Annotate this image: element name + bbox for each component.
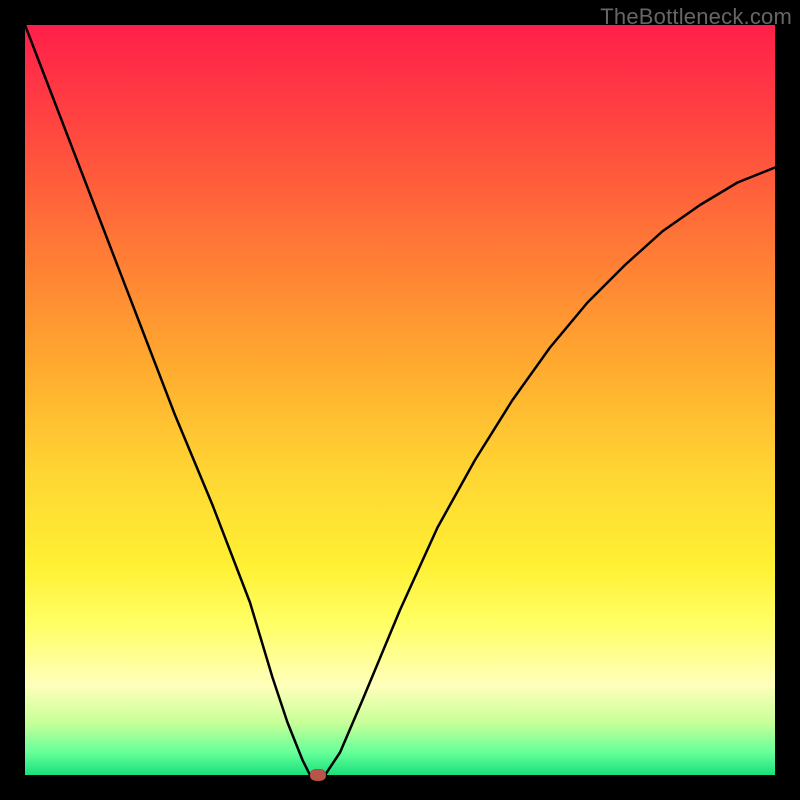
watermark-text: TheBottleneck.com [600,4,792,30]
curve-layer [25,25,775,775]
chart-frame: TheBottleneck.com [0,0,800,800]
optimal-point-marker [310,769,326,781]
bottleneck-curve [25,25,775,775]
plot-area [25,25,775,775]
